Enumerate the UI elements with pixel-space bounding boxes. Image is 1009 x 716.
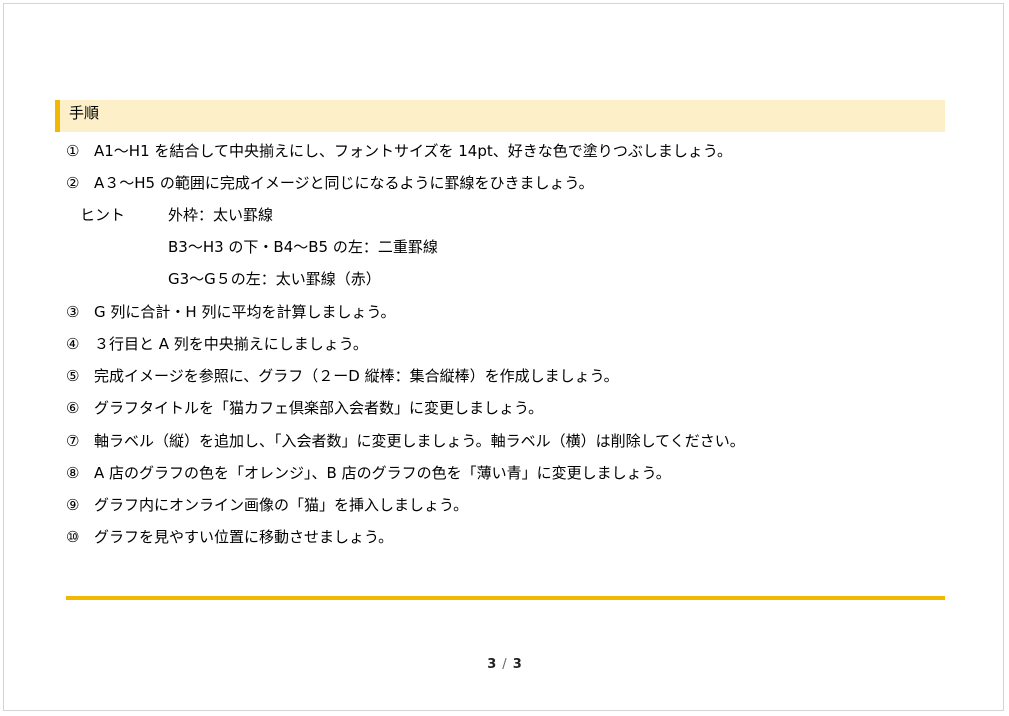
footer-rule [66, 596, 945, 600]
step-number: ⑤ [66, 367, 80, 385]
step-6: ⑥ グラフタイトルを「猫カフェ倶楽部入会者数」に変更しましょう。 [66, 397, 543, 418]
step-10: ⑩ グラフを見やすい位置に移動させましょう。 [66, 526, 393, 547]
hint-label: ヒント [80, 206, 126, 224]
step-text: グラフタイトルを「猫カフェ倶楽部入会者数」に変更しましょう。 [94, 399, 544, 417]
step-1: ① A1～H1 を結合して中央揃えにし、フォントサイズを 14pt、好きな色で塗… [66, 140, 732, 161]
step-text: A 店のグラフの色を「オレンジ」、B 店のグラフの色を「薄い青」に変更しましょう… [94, 464, 671, 482]
section-heading: 手順 [55, 100, 945, 132]
total-pages: 3 [512, 657, 522, 672]
step-text: グラフを見やすい位置に移動させましょう。 [94, 528, 394, 546]
section-title: 手順 [69, 104, 100, 122]
step-number: ⑥ [66, 399, 80, 417]
step-4: ④ ３行目と A 列を中央揃えにしましょう。 [66, 333, 368, 354]
step-3: ③ G 列に合計・H 列に平均を計算しましょう。 [66, 301, 396, 322]
step-text: グラフ内にオンライン画像の「猫」を挿入しましょう。 [94, 496, 469, 514]
step-text: ３行目と A 列を中央揃えにしましょう。 [94, 335, 368, 353]
step-number: ⑩ [66, 528, 80, 546]
step-number: ⑨ [66, 496, 80, 514]
step-text: 軸ラベル（縦）を追加し、「入会者数」に変更しましょう。軸ラベル（横）は削除してく… [94, 432, 745, 450]
step-2: ② A３～H5 の範囲に完成イメージと同じになるように罫線をひきましょう。 [66, 172, 594, 193]
step-number: ④ [66, 335, 80, 353]
step-text: A３～H5 の範囲に完成イメージと同じになるように罫線をひきましょう。 [94, 174, 594, 192]
page-separator: / [502, 657, 507, 672]
hint-line: G3～G５の左：太い罫線（赤） [168, 270, 381, 288]
step-5: ⑤ 完成イメージを参照に、グラフ（２ーD 縦棒：集合縦棒）を作成しましょう。 [66, 365, 619, 386]
step-text: G 列に合計・H 列に平均を計算しましょう。 [94, 303, 396, 321]
step-number: ③ [66, 303, 80, 321]
step-8: ⑧ A 店のグラフの色を「オレンジ」、B 店のグラフの色を「薄い青」に変更しまし… [66, 462, 671, 483]
hint-line: B3～H3 の下・B4～B5 の左：二重罫線 [168, 238, 438, 256]
step-number: ① [66, 142, 80, 160]
step-7: ⑦ 軸ラベル（縦）を追加し、「入会者数」に変更しましょう。軸ラベル（横）は削除し… [66, 430, 745, 451]
hint-line: 外枠：太い罫線 [168, 206, 274, 224]
current-page: 3 [487, 657, 497, 672]
page-number: 3 / 3 [0, 657, 1009, 672]
step-text: A1～H1 を結合して中央揃えにし、フォントサイズを 14pt、好きな色で塗りつ… [94, 142, 733, 160]
step-9: ⑨ グラフ内にオンライン画像の「猫」を挿入しましょう。 [66, 494, 468, 515]
step-text: 完成イメージを参照に、グラフ（２ーD 縦棒：集合縦棒）を作成しましょう。 [94, 367, 619, 385]
step-number: ⑧ [66, 464, 80, 482]
step-number: ⑦ [66, 432, 80, 450]
step-number: ② [66, 174, 80, 192]
